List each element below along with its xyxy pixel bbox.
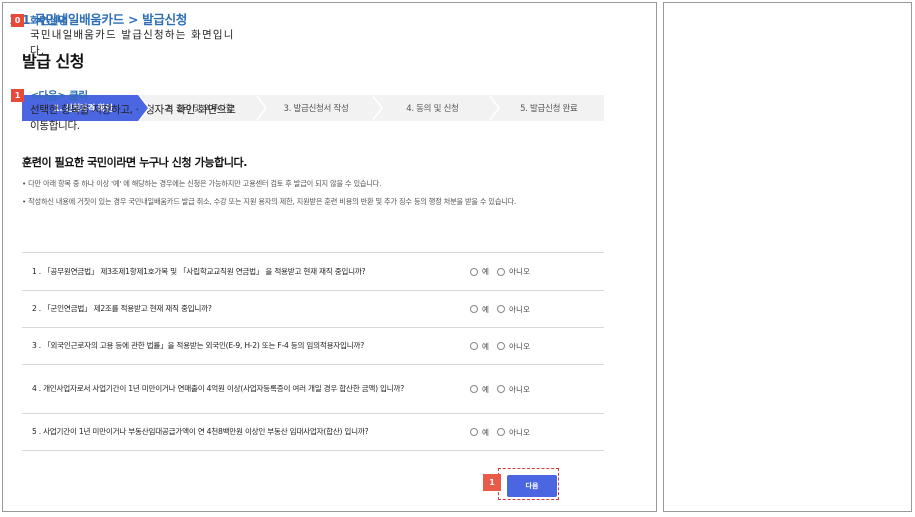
radio-no[interactable]: 아니오 [497, 341, 530, 352]
radio-circle-icon [470, 305, 478, 313]
intro-heading: 훈련이 필요한 국민이라면 누구나 신청 가능합니다. [22, 156, 248, 169]
answer-options: 예 아니오 [470, 304, 538, 315]
question-row: 5 . 사업기간이 1년 미만이거나 부동산임대공급가액이 연 4천8백만원 이… [22, 414, 604, 451]
step-consent-submit: 4. 동의 및 신청 [371, 95, 501, 121]
radio-circle-icon [497, 428, 505, 436]
question-row: 1 . 「공무원연금법」 제3조제1항제1호가목 및 「사립학교교직원 연금법」… [22, 253, 604, 291]
radio-circle-icon [470, 267, 478, 276]
question-row: 2 . 「군인연금법」 제2조를 적용받고 현재 재직 중입니까? 예 아니오 [22, 291, 604, 328]
radio-yes[interactable]: 예 [470, 384, 489, 395]
radio-circle-icon [497, 385, 505, 393]
step-application-form: 3. 발급신청서 작성 [254, 95, 384, 121]
radio-circle-icon [497, 305, 505, 313]
radio-circle-icon [470, 428, 478, 436]
description-title: 화면설명 [30, 15, 68, 27]
question-text: 3 . 「외국인근로자의 고용 등에 관한 법률」을 적용받는 외국인(E-9,… [32, 341, 365, 350]
radio-no[interactable]: 아니오 [497, 384, 530, 395]
answer-options: 예 아니오 [470, 341, 538, 352]
question-text: 1 . 「공무원연금법」 제3조제1항제1호가목 및 「사립학교교직원 연금법」… [32, 266, 366, 276]
radio-yes[interactable]: 예 [470, 341, 489, 352]
radio-circle-icon [470, 385, 478, 393]
radio-no[interactable]: 아니오 [497, 304, 530, 315]
radio-yes[interactable]: 예 [470, 427, 489, 438]
question-row: 3 . 「외국인근로자의 고용 등에 관한 법률」을 적용받는 외국인(E-9,… [22, 328, 604, 365]
description-title: <다음> 클릭 [30, 90, 88, 102]
question-text: 2 . 「군인연금법」 제2조를 적용받고 현재 재직 중입니까? [32, 304, 212, 313]
radio-no[interactable]: 아니오 [497, 266, 530, 277]
annotation-marker: 0 [11, 14, 24, 27]
answer-options: 예 아니오 [470, 384, 538, 395]
radio-yes[interactable]: 예 [470, 304, 489, 315]
annotation-marker: 1 [483, 474, 501, 491]
notice-text: • 작성하신 내용에 거짓이 있는 경우 국민내일배움카드 발급 취소, 수강 … [22, 197, 517, 206]
question-row: 4 . 개인사업자로서 사업기간이 1년 미만이거나 연매출이 4억원 이상(사… [22, 365, 604, 414]
notice-text: • 다만 아래 항목 중 하나 이상 '예' 에 해당하는 경우에는 신청은 가… [22, 179, 382, 188]
description-panel [663, 2, 912, 512]
radio-circle-icon [497, 342, 505, 350]
radio-circle-icon [497, 267, 505, 276]
radio-no[interactable]: 아니오 [497, 427, 530, 438]
annotation-marker: 1 [11, 89, 24, 102]
answer-options: 예 아니오 [470, 427, 538, 438]
description-text: 국민내일배움카드 발급신청하는 화면입니다. [30, 29, 235, 57]
question-text: 5 . 사업기간이 1년 미만이거나 부동산임대공급가액이 연 4천8백만원 이… [32, 427, 369, 436]
next-button[interactable]: 다음 [507, 475, 557, 497]
radio-circle-icon [470, 342, 478, 350]
step-complete: 5. 발급신청 완료 [487, 95, 605, 121]
eligibility-question-list: 1 . 「공무원연금법」 제3조제1항제1호가목 및 「사립학교교직원 연금법」… [22, 252, 604, 451]
radio-yes[interactable]: 예 [470, 266, 489, 277]
answer-options: 예 아니오 [470, 266, 538, 277]
question-text: 4 . 개인사업자로서 사업기간이 1년 미만이거나 연매출이 4억원 이상(사… [32, 384, 405, 393]
